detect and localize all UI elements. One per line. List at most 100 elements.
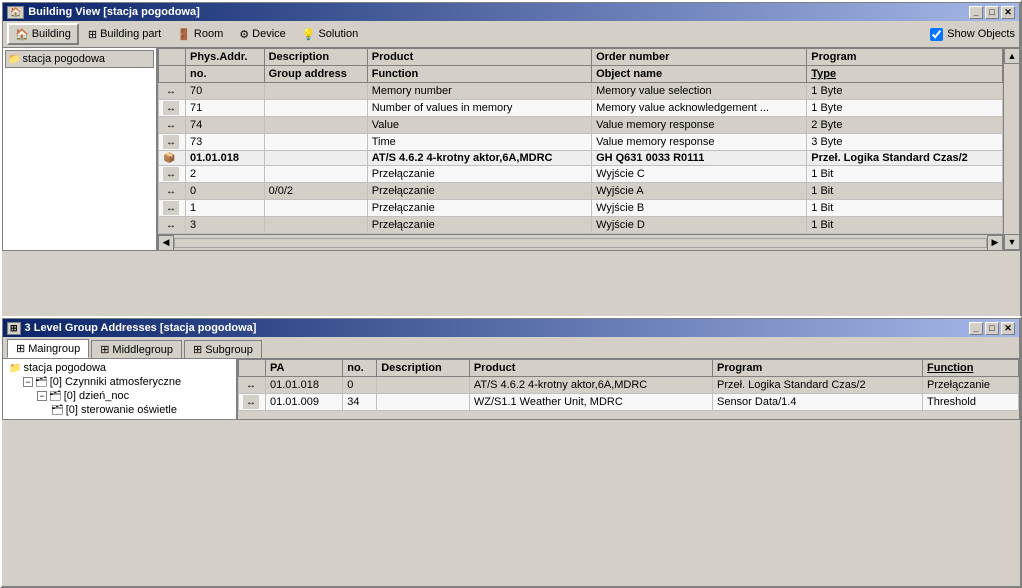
win2-table-row[interactable]: ↔ 01.01.018 0 AT/S 4.6.2 4-krotny aktor,… — [239, 377, 1019, 394]
win1-table-row[interactable]: ↔ 71 Number of values in memory Memory v… — [159, 100, 1003, 117]
room-label: Room — [194, 28, 223, 40]
win1-body: 📁 stacja pogodowa Phys.Addr. Description… — [3, 48, 1019, 250]
win2-close-button[interactable]: ✕ — [1001, 322, 1015, 335]
win2-icon: ⊞ — [7, 322, 21, 335]
device-icon: ⚙ — [239, 28, 249, 41]
building-part-button[interactable]: ⊞ Building part — [81, 23, 168, 45]
device-label: Device — [252, 28, 286, 40]
row-icon-cell: ↔ — [239, 394, 266, 411]
win2-table-body: ↔ 01.01.018 0 AT/S 4.6.2 4-krotny aktor,… — [239, 377, 1019, 411]
win2-table-row[interactable]: ↔ 01.01.009 34 WZ/S1.1 Weather Unit, MDR… — [239, 394, 1019, 411]
win1-tree-folder-icon: 📁 — [8, 54, 20, 65]
win1-close-button[interactable]: ✕ — [1001, 6, 1015, 19]
win1-table-row[interactable]: ↔ 70 Memory number Memory value selectio… — [159, 83, 1003, 100]
row-no: 34 — [343, 394, 377, 411]
win2-table-container[interactable]: PA no. Description Product Program Funct… — [238, 359, 1019, 419]
row-no: 1 — [186, 200, 265, 217]
row-function: Przełączanie — [367, 200, 591, 217]
row-no: 74 — [186, 117, 265, 134]
tab-middlegroup-label: Middlegroup — [112, 344, 173, 356]
win1-table-row[interactable]: ↔ 1 Przełączanie Wyjście B 1 Bit — [159, 200, 1003, 217]
win1-minimize-button[interactable]: _ — [969, 6, 983, 19]
row-desc — [377, 377, 470, 394]
row-group-addr — [264, 217, 367, 234]
row-program: Przeł. Logika Standard Czas/2 — [712, 377, 922, 394]
row-object-name: Wyjście C — [592, 166, 807, 183]
row-no: 2 — [186, 166, 265, 183]
row-object-name: Wyjście D — [592, 217, 807, 234]
win1-table-row[interactable]: ↔ 2 Przełączanie Wyjście C 1 Bit — [159, 166, 1003, 183]
row-phys-addr: 01.01.018 — [186, 151, 265, 166]
row-no: 3 — [186, 217, 265, 234]
row-function: Przełączanie — [367, 166, 591, 183]
win2-tree-node-0-line[interactable]: − 🗂 [0] Czynniki atmosferyczne — [21, 375, 234, 389]
tab-middlegroup[interactable]: ⊞ Middlegroup — [91, 340, 182, 358]
win2-tree-node-0-0-0: 🗂 [0] sterowanie oświetle — [35, 403, 234, 417]
win2-th-description: Description — [377, 360, 470, 377]
building-part-icon: ⊞ — [88, 28, 97, 41]
building-button[interactable]: 🏠 Building — [7, 23, 79, 45]
win1-table-row[interactable]: 📦 01.01.018 AT/S 4.6.2 4-krotny aktor,6A… — [159, 151, 1003, 166]
row-no: 73 — [186, 134, 265, 151]
row-icon-cell: ↔ — [159, 217, 186, 234]
win1-table-row[interactable]: ↔ 3 Przełączanie Wyjście D 1 Bit — [159, 217, 1003, 234]
vscroll-down-btn[interactable]: ▼ — [1004, 234, 1020, 250]
tab-maingroup-label: Maingroup — [28, 343, 80, 355]
row-icon-cell: ↔ — [159, 117, 186, 134]
row-arrow-icon: ↔ — [163, 84, 179, 98]
win2-tree-node-0-0-line[interactable]: − 🗂 [0] dzień_noc — [35, 389, 234, 403]
win1-table-row[interactable]: ↔ 0 0/0/2 Przełączanie Wyjście A 1 Bit — [159, 183, 1003, 200]
tab-maingroup[interactable]: ⊞ Maingroup — [7, 339, 89, 358]
tab-subgroup[interactable]: ⊞ Subgroup — [184, 340, 262, 358]
win1-th-phys-addr: Phys.Addr. — [186, 49, 265, 66]
win1-vscrollbar[interactable]: ▲ ▼ — [1003, 48, 1019, 250]
win2-restore-button[interactable]: □ — [985, 322, 999, 335]
win2-tree-root: 📁 stacja pogodowa − 🗂 [0] Czynniki atmos… — [5, 361, 234, 417]
row-function: Number of values in memory — [367, 100, 591, 117]
building-part-label: Building part — [100, 28, 161, 40]
win2-th-icon — [239, 360, 266, 377]
win1-table-row[interactable]: ↔ 74 Value Value memory response 2 Byte — [159, 117, 1003, 134]
win1-table-row[interactable]: ↔ 73 Time Value memory response 3 Byte — [159, 134, 1003, 151]
titlebar-title-area: 🏠 Building View [stacja pogodowa] — [7, 6, 200, 19]
win1-th-order-number: Order number — [592, 49, 807, 66]
row-arrow-icon: ↔ — [163, 218, 179, 232]
win2-tree-node-0-0-0-line[interactable]: 🗂 [0] sterowanie oświetle — [49, 403, 234, 417]
win1-table-container[interactable]: Phys.Addr. Description Product Order num… — [158, 48, 1003, 250]
vscroll-up-btn[interactable]: ▲ — [1004, 48, 1020, 64]
building-view-titlebar: 🏠 Building View [stacja pogodowa] _ □ ✕ — [3, 3, 1019, 21]
win2-th-function: Function — [923, 360, 1019, 377]
win1-restore-button[interactable]: □ — [985, 6, 999, 19]
row-no: 0 — [343, 377, 377, 394]
row-arrow-icon: ↔ — [243, 378, 259, 392]
win1-icon: 🏠 — [7, 6, 24, 19]
win2-expand-0[interactable]: − — [23, 377, 33, 387]
solution-button[interactable]: 💡 Solution — [295, 23, 365, 45]
device-button[interactable]: ⚙ Device — [232, 23, 293, 45]
room-button[interactable]: 🚪 Room — [170, 23, 230, 45]
win2-th-no: no. — [343, 360, 377, 377]
hscroll-left-btn[interactable]: ◀ — [158, 235, 174, 251]
win1-th-icon — [159, 49, 186, 66]
win1-table-body: ↔ 70 Memory number Memory value selectio… — [159, 83, 1003, 234]
win2-minimize-button[interactable]: _ — [969, 322, 983, 335]
win1-tree-root-item[interactable]: 📁 stacja pogodowa — [5, 50, 154, 68]
row-product: AT/S 4.6.2 4-krotny aktor,6A,MDRC — [469, 377, 712, 394]
building-view-window: 🏠 Building View [stacja pogodowa] _ □ ✕ … — [0, 0, 1022, 318]
win2-th-pa: PA — [266, 360, 343, 377]
row-arrow-icon: ↔ — [163, 184, 179, 198]
win2-table: PA no. Description Product Program Funct… — [238, 359, 1019, 411]
row-function: Threshold — [923, 394, 1019, 411]
win2-expand-0-0[interactable]: − — [37, 391, 47, 401]
tab-subgroup-label: Subgroup — [205, 344, 253, 356]
win1-th-description: Description — [264, 49, 367, 66]
win1-hscrollbar[interactable]: ◀ ▶ — [158, 234, 1003, 250]
row-group-addr — [264, 134, 367, 151]
hscroll-right-btn[interactable]: ▶ — [987, 235, 1003, 251]
win1-th2-type: Type — [807, 66, 1003, 83]
show-objects-checkbox[interactable] — [930, 28, 943, 41]
win2-tree-node-0-label: [0] Czynniki atmosferyczne — [50, 376, 181, 388]
row-icon-cell: ↔ — [159, 166, 186, 183]
hscroll-track — [174, 238, 987, 248]
row-type: 2 Byte — [807, 117, 1003, 134]
